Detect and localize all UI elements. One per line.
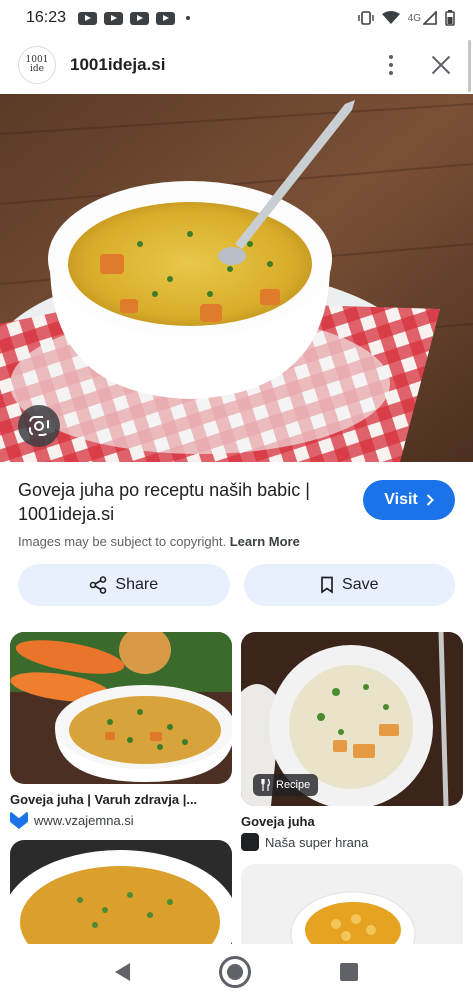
vibrate-icon xyxy=(357,11,374,25)
youtube-notification-icon xyxy=(78,11,98,25)
copyright-notice: Images may be subject to copyright. Lear… xyxy=(18,534,455,549)
related-image[interactable] xyxy=(10,840,232,960)
system-nav-bar xyxy=(0,944,473,1000)
site-name[interactable]: 1001ideja.si xyxy=(70,55,165,75)
google-lens-button[interactable] xyxy=(18,405,60,447)
wifi-icon xyxy=(381,11,400,24)
result-title[interactable]: Goveja juha po receptu naših babic | 100… xyxy=(18,478,338,526)
nasa-super-hrana-favicon-icon xyxy=(241,833,259,851)
recipe-badge: Recipe xyxy=(253,774,319,796)
viewer-header: 1001 ide 1001ideja.si xyxy=(0,36,473,94)
related-source-name: www.vzajemna.si xyxy=(34,812,134,828)
site-logo-text: 1001 ide xyxy=(25,55,49,74)
related-source-name: Naša super hrana xyxy=(265,834,369,850)
status-time: 16:23 xyxy=(26,9,67,26)
recents-icon[interactable] xyxy=(340,963,359,981)
back-icon[interactable] xyxy=(114,963,130,981)
scrollbar[interactable] xyxy=(468,40,471,92)
visit-label: Visit xyxy=(384,491,418,508)
chevron-right-icon xyxy=(426,494,434,506)
share-label: Share xyxy=(115,576,159,593)
network-type-label: 4G xyxy=(407,12,421,24)
status-bar: 16:23 4G xyxy=(0,0,473,36)
lens-icon xyxy=(29,416,49,436)
share-icon xyxy=(90,576,107,594)
youtube-notification-icon xyxy=(104,11,124,25)
youtube-notification-icon xyxy=(156,11,176,25)
bookmark-icon xyxy=(321,576,333,594)
more-options-icon[interactable] xyxy=(381,55,401,75)
save-label: Save xyxy=(342,576,379,593)
close-icon[interactable] xyxy=(431,55,451,75)
visit-button[interactable]: Visit xyxy=(363,480,455,520)
share-button[interactable]: Share xyxy=(18,564,230,606)
vzajemna-favicon-icon xyxy=(10,811,28,829)
learn-more-link[interactable]: Learn More xyxy=(230,534,300,549)
result-info: Goveja juha po receptu naših babic | 100… xyxy=(0,462,473,549)
related-item[interactable] xyxy=(10,840,232,960)
action-row: Share Save xyxy=(18,564,455,606)
related-item[interactable]: Goveja juha | Varuh zdravja |... www.vza… xyxy=(10,632,232,829)
related-source[interactable]: www.vzajemna.si xyxy=(10,811,232,829)
cell-signal-icon xyxy=(423,11,437,25)
soup-thumbnail xyxy=(10,840,232,960)
copyright-text: Images may be subject to copyright. xyxy=(18,534,227,549)
related-source[interactable]: Naša super hrana xyxy=(241,833,463,851)
save-button[interactable]: Save xyxy=(243,564,455,606)
soup-bowl-image xyxy=(0,94,473,462)
fork-knife-icon xyxy=(261,779,270,791)
related-item[interactable]: Recipe Goveja juha Naša super hrana xyxy=(241,632,463,851)
more-notifications-dot-icon xyxy=(186,16,191,20)
home-icon[interactable] xyxy=(218,956,251,988)
related-caption[interactable]: Goveja juha xyxy=(241,814,463,829)
related-image[interactable] xyxy=(10,632,232,784)
status-icons: 4G xyxy=(357,10,455,26)
battery-icon xyxy=(445,10,455,26)
recipe-badge-label: Recipe xyxy=(276,779,311,791)
related-image[interactable]: Recipe xyxy=(241,632,463,806)
soup-thumbnail xyxy=(10,632,232,784)
site-logo[interactable]: 1001 ide xyxy=(18,46,56,84)
youtube-notification-icon xyxy=(130,11,150,25)
main-image[interactable] xyxy=(0,94,473,462)
related-caption[interactable]: Goveja juha | Varuh zdravja |... xyxy=(10,792,232,807)
